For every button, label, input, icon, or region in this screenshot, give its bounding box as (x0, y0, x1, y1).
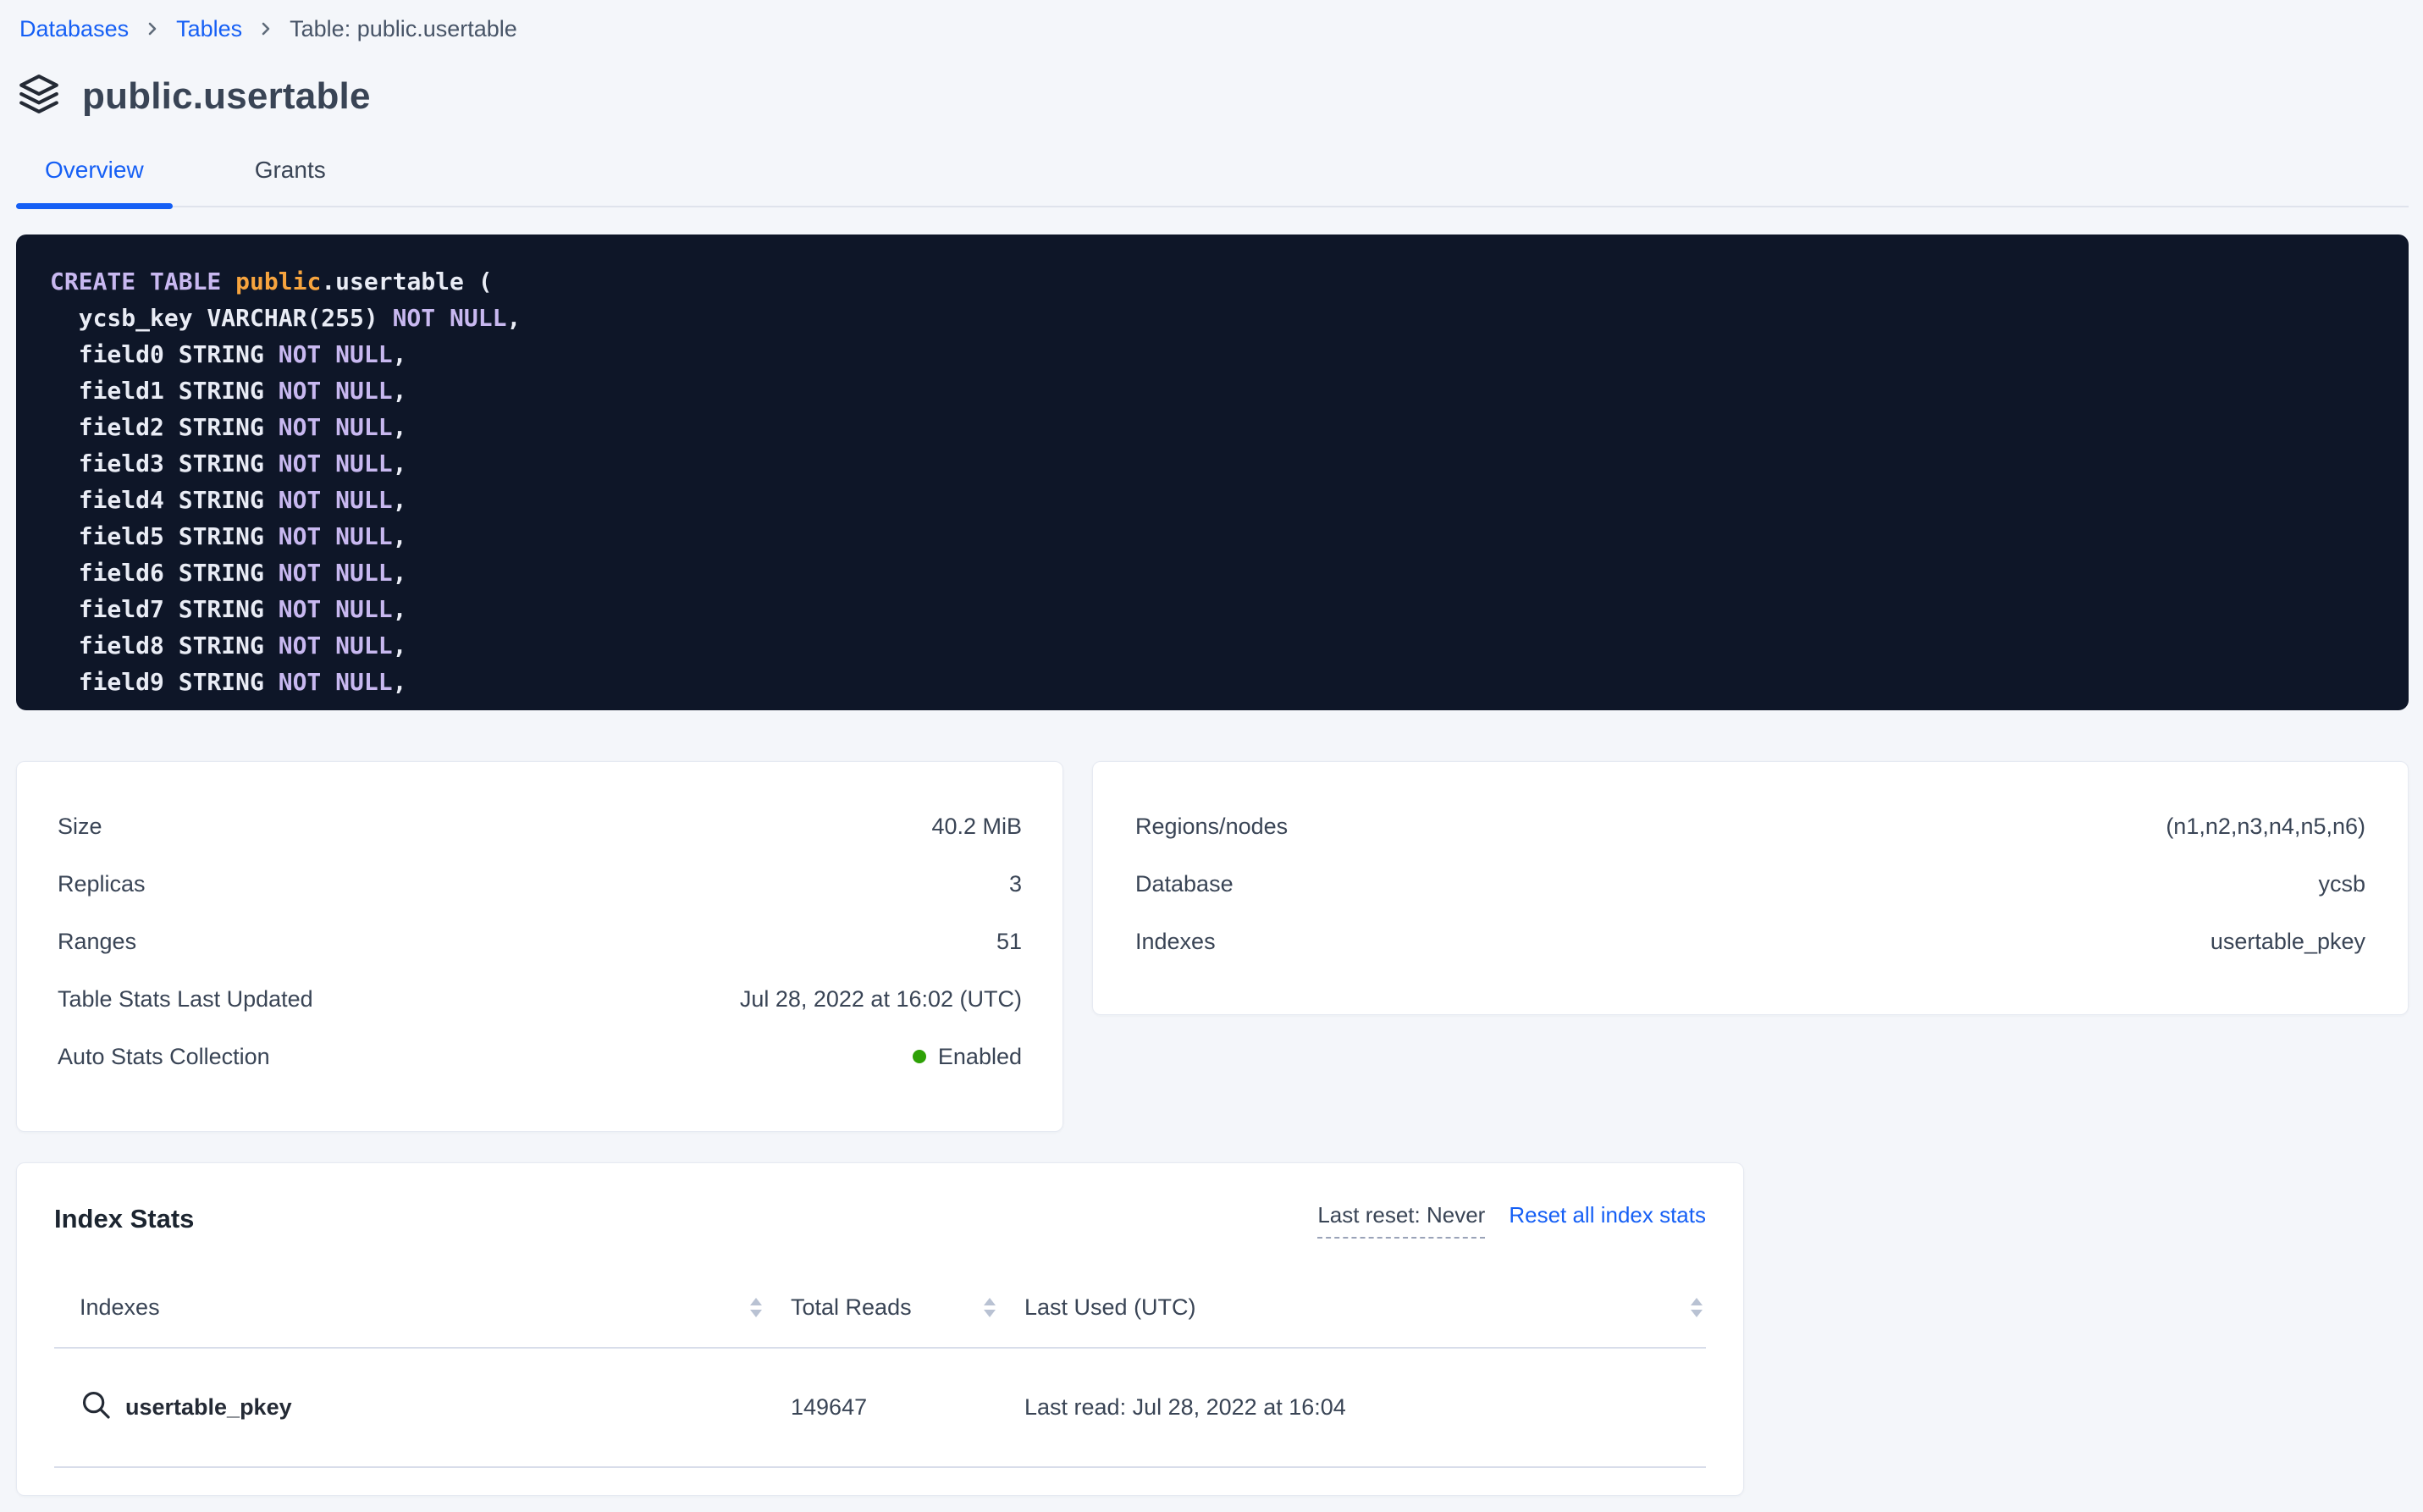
stat-value: ycsb (2318, 871, 2365, 897)
index-stats-controls: Last reset: Never Reset all index stats (1317, 1202, 1706, 1239)
table-details-page: Databases Tables Table: public.usertable… (0, 0, 2423, 1512)
sort-icon[interactable] (747, 1294, 765, 1321)
last-reset-label: Last reset: Never (1317, 1202, 1485, 1239)
reset-index-stats-link[interactable]: Reset all index stats (1509, 1202, 1706, 1228)
sql-create-statement-box: CREATE TABLE public.usertable ( ycsb_key… (16, 235, 2409, 710)
header-cell-total-reads: Total Reads (765, 1294, 999, 1321)
stat-label: Database (1135, 871, 1234, 897)
chevron-right-icon (142, 19, 163, 39)
stat-value: usertable_pkey (2211, 929, 2365, 955)
status-dot (913, 1050, 926, 1063)
sort-icon[interactable] (980, 1294, 999, 1321)
stat-value: 3 (1009, 871, 1022, 897)
header-cell-last-used: Last Used (UTC) (999, 1294, 1706, 1321)
row-cell-last-used: Last read: Jul 28, 2022 at 16:04 (999, 1394, 1706, 1421)
index-name: usertable_pkey (125, 1394, 292, 1421)
stat-label: Ranges (58, 929, 136, 955)
stat-label: Regions/nodes (1135, 814, 1288, 840)
stat-label: Replicas (58, 871, 146, 897)
page-header: public.usertable (16, 73, 2409, 119)
stat-row-ranges: Ranges 51 (58, 913, 1022, 970)
stat-row-stats-updated: Table Stats Last Updated Jul 28, 2022 at… (58, 970, 1022, 1028)
stat-label: Indexes (1135, 929, 1216, 955)
breadcrumb-current: Table: public.usertable (290, 16, 517, 42)
chevron-right-icon (256, 19, 276, 39)
tab-grants[interactable]: Grants (226, 157, 355, 206)
tab-bar: Overview Grants (16, 157, 2409, 207)
stat-row-indexes: Indexes usertable_pkey (1135, 913, 2365, 970)
column-label: Total Reads (791, 1294, 912, 1321)
status-text: Enabled (938, 1044, 1022, 1070)
breadcrumb-tables-link[interactable]: Tables (176, 16, 242, 42)
stat-row-size: Size 40.2 MiB (58, 797, 1022, 855)
table-stack-icon (18, 73, 60, 119)
page-title: public.usertable (82, 75, 371, 118)
stat-label: Auto Stats Collection (58, 1044, 270, 1070)
stat-row-database: Database ycsb (1135, 855, 2365, 913)
total-reads-value: 149647 (791, 1394, 867, 1421)
tab-overview[interactable]: Overview (16, 157, 173, 206)
column-label: Indexes (80, 1294, 160, 1321)
stat-label: Table Stats Last Updated (58, 986, 313, 1013)
stat-row-regions: Regions/nodes (n1,n2,n3,n4,n5,n6) (1135, 797, 2365, 855)
table-stats-card: Size 40.2 MiB Replicas 3 Ranges 51 Table… (16, 761, 1063, 1132)
index-stats-header: Index Stats Last reset: Never Reset all … (17, 1163, 1743, 1239)
index-table-header-row: Indexes Total Reads Last Used (UTC) (54, 1267, 1706, 1349)
index-link[interactable]: usertable_pkey (80, 1388, 292, 1426)
last-used-value: Last read: Jul 28, 2022 at 16:04 (1024, 1394, 1346, 1421)
stat-value: (n1,n2,n3,n4,n5,n6) (2166, 814, 2365, 840)
row-cell-index-name: usertable_pkey (54, 1388, 765, 1426)
overview-stats: Size 40.2 MiB Replicas 3 Ranges 51 Table… (16, 761, 2409, 1132)
index-stats-title: Index Stats (54, 1199, 194, 1239)
index-table-row: usertable_pkey 149647 Last read: Jul 28,… (54, 1349, 1706, 1468)
sort-icon[interactable] (1687, 1294, 1706, 1321)
index-stats-card: Index Stats Last reset: Never Reset all … (16, 1162, 1744, 1496)
stat-value: Jul 28, 2022 at 16:02 (UTC) (740, 986, 1022, 1013)
stat-label: Size (58, 814, 102, 840)
column-label: Last Used (UTC) (1024, 1294, 1196, 1321)
table-meta-card: Regions/nodes (n1,n2,n3,n4,n5,n6) Databa… (1092, 761, 2409, 1015)
stat-value: 51 (996, 929, 1022, 955)
magnifier-icon (80, 1388, 112, 1426)
breadcrumb-databases-link[interactable]: Databases (19, 16, 129, 42)
stat-value: Enabled (913, 1044, 1022, 1070)
sql-create-statement: CREATE TABLE public.usertable ( ycsb_key… (50, 263, 2375, 700)
index-stats-table: Indexes Total Reads Last Used (UTC) (54, 1267, 1706, 1468)
header-cell-indexes: Indexes (54, 1294, 765, 1321)
stat-value: 40.2 MiB (931, 814, 1022, 840)
stat-row-replicas: Replicas 3 (58, 855, 1022, 913)
breadcrumb: Databases Tables Table: public.usertable (16, 12, 2409, 46)
stat-row-auto-stats: Auto Stats Collection Enabled (58, 1028, 1022, 1085)
row-cell-total-reads: 149647 (765, 1394, 999, 1421)
